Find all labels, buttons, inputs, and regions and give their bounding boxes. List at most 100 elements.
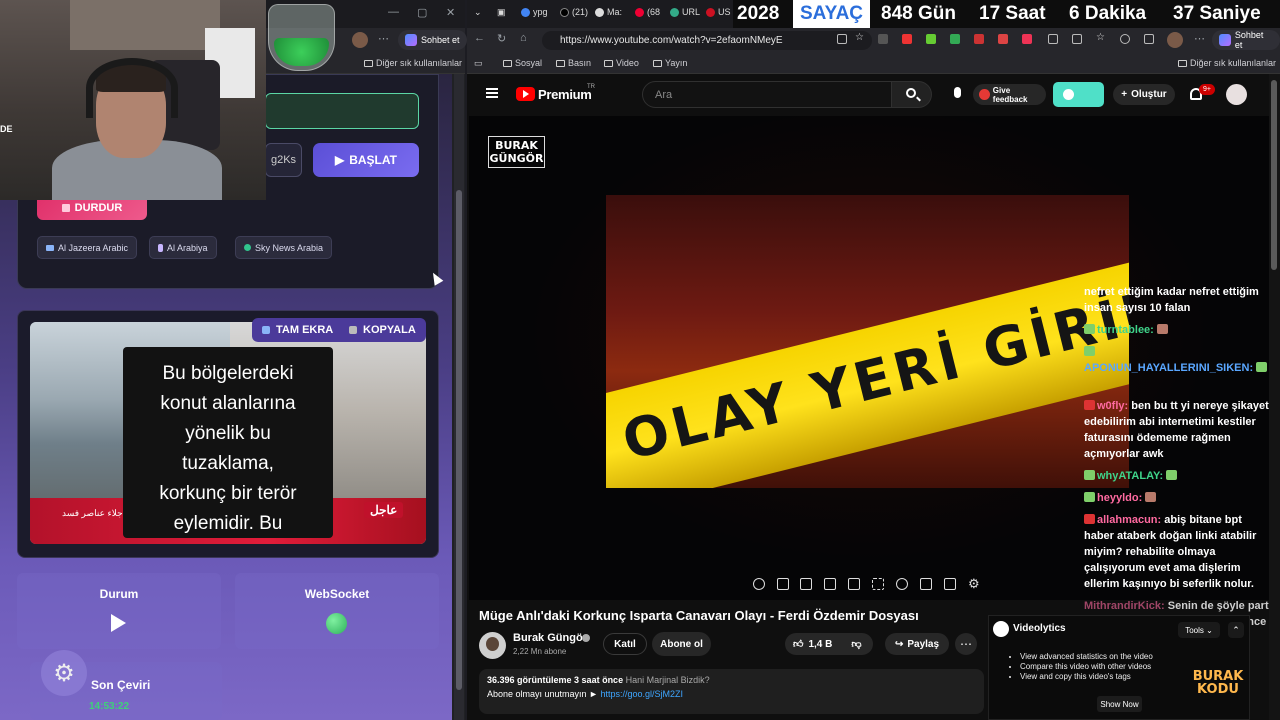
minimize-icon[interactable]: —	[388, 6, 399, 18]
play-icon[interactable]	[111, 614, 126, 632]
extension-icon[interactable]	[1022, 34, 1032, 44]
subscribe-button[interactable]: Abone ol	[652, 632, 711, 656]
webcam-shelf	[70, 0, 220, 50]
source-al-arabiya[interactable]: Al Arabiya	[149, 236, 217, 259]
description-link[interactable]: https://goo.gl/SjM2ZI	[600, 689, 683, 699]
fullscreen-label: TAM EKRA	[276, 324, 334, 336]
share-button[interactable]: ↪ Paylaş	[885, 633, 949, 655]
site-icon	[706, 7, 715, 17]
bookmark-other-favorites[interactable]: Diğer sık kullanılanlar	[364, 58, 462, 68]
close-icon[interactable]: ✕	[446, 6, 455, 19]
source-sky-news[interactable]: Sky News Arabia	[235, 236, 333, 259]
sidebar-icon[interactable]	[1048, 34, 1058, 44]
maximize-icon[interactable]: ▢	[417, 6, 427, 19]
folder-icon	[503, 60, 512, 67]
address-bar[interactable]: https://www.youtube.com/watch?v=2efaomNM…	[542, 31, 872, 50]
start-button[interactable]: ▶ BAŞLAT	[313, 143, 419, 177]
extension-toggle-button[interactable]	[1053, 82, 1104, 107]
profile-avatar[interactable]	[1167, 32, 1183, 48]
extension-icon[interactable]	[926, 34, 936, 44]
favorite-star-icon[interactable]: ☆	[855, 32, 865, 43]
youtube-premium-logo[interactable]: Premium	[538, 87, 592, 102]
hamburger-menu-icon[interactable]	[486, 88, 498, 98]
like-button[interactable]: 👍︎ 1,4 B 👎︎	[785, 633, 873, 655]
extension-icon[interactable]	[974, 34, 984, 44]
back-icon[interactable]: ←	[474, 32, 485, 44]
extension-icon[interactable]	[902, 34, 912, 44]
collections-icon[interactable]	[1072, 34, 1082, 44]
bookmark-basin[interactable]: Basın	[556, 58, 591, 68]
collapse-icon[interactable]: ⌃	[1228, 622, 1244, 638]
video-tag[interactable]: Hani Marjinal Bizdik?	[626, 675, 710, 685]
screenshot-icon[interactable]	[944, 578, 956, 590]
subtitles-icon[interactable]	[800, 578, 812, 590]
audio-icon[interactable]	[777, 578, 789, 590]
favorites-icon[interactable]: ☆	[1096, 32, 1106, 43]
tab-url[interactable]: URL	[670, 7, 700, 17]
home-icon[interactable]: ⌂	[520, 32, 527, 44]
create-button[interactable]: + Oluştur	[1113, 84, 1175, 105]
more-actions-button[interactable]: ⋯	[955, 633, 977, 655]
tab-x[interactable]: (21)	[560, 7, 588, 17]
fullscreen-button[interactable]: TAM EKRA	[252, 318, 344, 342]
account-avatar[interactable]	[1226, 84, 1247, 105]
bookmark-yayin[interactable]: Yayın	[653, 58, 687, 68]
api-key-input[interactable]	[265, 93, 419, 129]
speed-icon[interactable]	[896, 578, 908, 590]
search-input[interactable]: Ara	[642, 81, 892, 108]
loop-icon[interactable]	[753, 578, 765, 590]
settings-gear-button[interactable]: ⚙	[41, 650, 87, 696]
channel-avatar[interactable]	[479, 632, 506, 659]
copilot-chat-button[interactable]: Sohbet et	[398, 30, 467, 50]
folder-icon	[604, 60, 613, 67]
extension-icon[interactable]	[878, 34, 888, 44]
settings-gear-icon[interactable]: ⚙	[968, 576, 980, 592]
source-al-jazeera[interactable]: Al Jazeera Arabic	[37, 236, 138, 259]
split-screen-icon[interactable]	[837, 34, 847, 44]
show-now-button[interactable]: Show Now	[1097, 696, 1142, 712]
chat-text: nefret ettiğim kadar nefret ettiğim insa…	[1084, 286, 1259, 314]
tab-68[interactable]: (68	[635, 7, 660, 17]
app-scrollbar-thumb[interactable]	[456, 190, 462, 690]
join-button[interactable]: Katıl	[603, 633, 647, 655]
tools-dropdown[interactable]: Tools ⌄	[1178, 622, 1220, 638]
page-scrollbar-thumb[interactable]	[1271, 80, 1277, 270]
extension-icon[interactable]	[950, 34, 960, 44]
video-title: Müge Anlı'daki Korkunç Isparta Canavarı …	[479, 608, 919, 623]
add-clip-icon[interactable]	[920, 578, 932, 590]
tab-workspaces-icon[interactable]: ▣	[497, 7, 506, 18]
bookmark-sosyal[interactable]: Sosyal	[503, 58, 542, 68]
translation-caption: Bu bölgelerdeki konut alanlarına yönelik…	[123, 347, 333, 538]
copy-button[interactable]: KOPYALA	[339, 318, 426, 342]
copilot-chat-button[interactable]: Sohbet et	[1212, 30, 1280, 50]
voice-search-mic-icon[interactable]	[954, 87, 961, 98]
refresh-icon[interactable]: ↻	[497, 32, 506, 45]
more-menu-icon[interactable]: ⋯	[1194, 32, 1205, 45]
reading-list-icon[interactable]: ▭	[474, 58, 483, 69]
stop-button-label: DURDUR	[74, 202, 123, 214]
cinema-icon[interactable]	[824, 578, 836, 590]
tab-menu-icon[interactable]: ⌄	[474, 7, 482, 18]
bookmark-other-favorites[interactable]: Diğer sık kullanılanlar	[1178, 58, 1276, 68]
miniplayer-icon[interactable]	[848, 578, 860, 590]
profile-avatar[interactable]	[352, 32, 368, 48]
key-field[interactable]: g2Ks	[265, 143, 302, 177]
more-menu-icon[interactable]: ⋯	[378, 32, 389, 45]
youtube-logo-icon[interactable]	[516, 87, 535, 101]
channel-name[interactable]: Burak Güngör	[513, 632, 587, 644]
downloads-icon[interactable]	[1144, 34, 1154, 44]
theater-icon[interactable]	[872, 578, 884, 590]
emote-icon	[1156, 324, 1168, 334]
tab-ma[interactable]: Ma:	[595, 7, 622, 17]
tab-us[interactable]: US	[706, 7, 731, 17]
give-feedback-button[interactable]: Give feedback	[973, 84, 1046, 105]
stop-icon	[61, 204, 70, 212]
chat-button-label: Sohbet et	[421, 35, 460, 45]
dislike-button[interactable]: 👎︎	[851, 638, 861, 650]
extension-icon[interactable]	[998, 34, 1008, 44]
brand-line: KODU	[1197, 682, 1239, 697]
webcam-label: DE	[0, 124, 13, 134]
tab-ypg[interactable]: ypg	[521, 7, 548, 17]
copilot-sidebar-icon[interactable]	[1120, 34, 1130, 44]
bookmark-video[interactable]: Video	[604, 58, 639, 68]
